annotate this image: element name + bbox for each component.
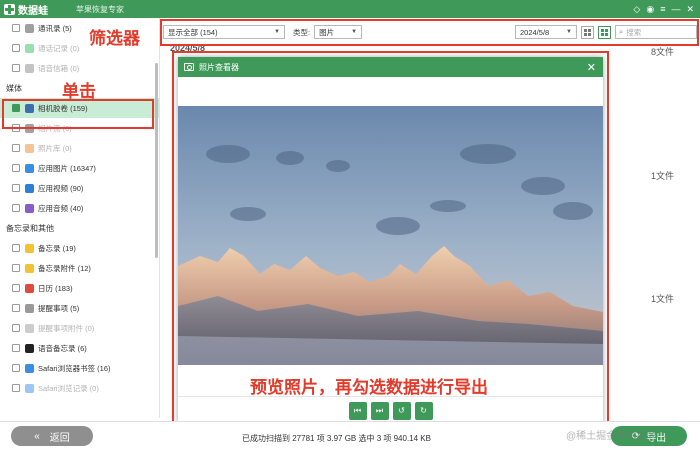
reminders-attachment-icon: [25, 323, 34, 333]
sidebar-item-label: 备忘录附件 (12): [38, 263, 91, 273]
minimize-icon[interactable]: —: [671, 4, 680, 14]
file-count: 1文件: [650, 294, 674, 304]
checkbox[interactable]: [12, 264, 20, 272]
sidebar-item[interactable]: 提醒事项附件 (0): [0, 318, 159, 338]
sidebar-item[interactable]: 语音信箱 (0): [0, 58, 159, 78]
app-photos-icon: [25, 163, 34, 173]
app-logo: 数据蛙: [4, 2, 48, 17]
sidebar-item-label: 提醒事项附件 (0): [38, 323, 95, 333]
safari-history-icon: [25, 383, 34, 393]
title-bar: 数据蛙 苹果恢复专家 ◇ ◉ ≡ — ✕: [0, 0, 700, 18]
checkbox[interactable]: [12, 364, 20, 372]
sidebar-item-label: 语音备忘录 (6): [38, 343, 87, 353]
sidebar-item-label: 应用视频 (90): [38, 183, 84, 193]
file-count: 8文件: [650, 47, 674, 57]
sidebar-item-label: 日历 (183): [38, 283, 73, 293]
sidebar-item[interactable]: 日历 (183): [0, 278, 159, 298]
sidebar-item[interactable]: 应用图片 (16347): [0, 158, 159, 178]
checkbox[interactable]: [12, 244, 20, 252]
double-chevron-left-icon: «: [34, 430, 40, 442]
sidebar-item-label: 通话记录 (0): [38, 43, 80, 53]
app-name: 数据蛙: [18, 5, 48, 17]
chat-icon[interactable]: ◉: [646, 4, 654, 15]
app-subtitle: 苹果恢复专家: [76, 4, 124, 14]
voicemail-icon: [25, 63, 34, 73]
checkbox[interactable]: [12, 204, 20, 212]
scan-status: 已成功扫描到 27781 项 3.97 GB 选中 3 项 940.14 KB: [242, 434, 431, 443]
sidebar-item[interactable]: 提醒事项 (5): [0, 298, 159, 318]
sidebar-item-label: 语音信箱 (0): [38, 63, 80, 73]
checkbox[interactable]: [12, 184, 20, 192]
sidebar-item[interactable]: 语音备忘录 (6): [0, 338, 159, 358]
app-video-icon: [25, 183, 34, 193]
checkbox[interactable]: [12, 304, 20, 312]
sidebar-item-label: 照片库 (0): [38, 143, 72, 153]
checkbox[interactable]: [12, 284, 20, 292]
checkbox[interactable]: [12, 324, 20, 332]
contacts-icon: [25, 23, 34, 33]
checkbox[interactable]: [12, 164, 20, 172]
sidebar-item-label: Safari浏览记录 (0): [38, 383, 99, 393]
sidebar-item[interactable]: Safari浏览器书签 (16): [0, 358, 159, 378]
close-icon[interactable]: ✕: [686, 4, 694, 15]
sidebar-scrollbar[interactable]: [155, 63, 158, 258]
sidebar-item[interactable]: 备忘录附件 (12): [0, 258, 159, 278]
sidebar-item-label: 应用图片 (16347): [38, 163, 96, 173]
sidebar-group-memos: 备忘录和其他: [6, 223, 54, 233]
notes-icon: [25, 243, 34, 253]
checkbox[interactable]: [12, 24, 20, 32]
checkbox[interactable]: [12, 64, 20, 72]
watermark: @稀土掘金技术社区: [566, 431, 657, 442]
diamond-icon[interactable]: ◇: [633, 4, 640, 15]
phone-icon: [25, 43, 34, 53]
checkbox[interactable]: [12, 144, 20, 152]
filter-highlight-box: [160, 19, 699, 46]
back-button[interactable]: « 返回: [11, 426, 93, 446]
annotation-preview: 预览照片，再勾选数据进行导出: [250, 378, 488, 398]
window-controls: ◇ ◉ ≡ — ✕: [633, 4, 694, 15]
click-highlight-box: [2, 99, 154, 129]
sidebar-item-label: 备忘录 (19): [38, 243, 76, 253]
menu-icon[interactable]: ≡: [660, 4, 665, 14]
app-audio-icon: [25, 203, 34, 213]
notes-attachment-icon: [25, 263, 34, 273]
checkbox[interactable]: [12, 344, 20, 352]
voice-memo-icon: [25, 343, 34, 353]
checkbox[interactable]: [12, 44, 20, 52]
calendar-icon: [25, 283, 34, 293]
sidebar-item-label: 应用音频 (40): [38, 203, 84, 213]
sidebar-item[interactable]: Safari浏览记录 (0): [0, 378, 159, 398]
back-label: 返回: [49, 432, 70, 444]
sidebar-item-label: 提醒事项 (5): [38, 303, 80, 313]
sidebar-item[interactable]: 备忘录 (19): [0, 238, 159, 258]
sidebar-item-label: Safari浏览器书签 (16): [38, 363, 111, 373]
annotation-filter: 筛选器: [89, 29, 140, 49]
safari-bookmark-icon: [25, 363, 34, 373]
sidebar-item-label: 通讯录 (5): [38, 23, 72, 33]
photo-library-icon: [25, 143, 34, 153]
sidebar-item[interactable]: 应用音频 (40): [0, 198, 159, 218]
sidebar-item[interactable]: 照片库 (0): [0, 138, 159, 158]
sidebar-item[interactable]: 应用视频 (90): [0, 178, 159, 198]
checkbox[interactable]: [12, 384, 20, 392]
file-count: 1文件: [650, 171, 674, 181]
reminders-icon: [25, 303, 34, 313]
logo-cross-icon: [4, 3, 15, 15]
